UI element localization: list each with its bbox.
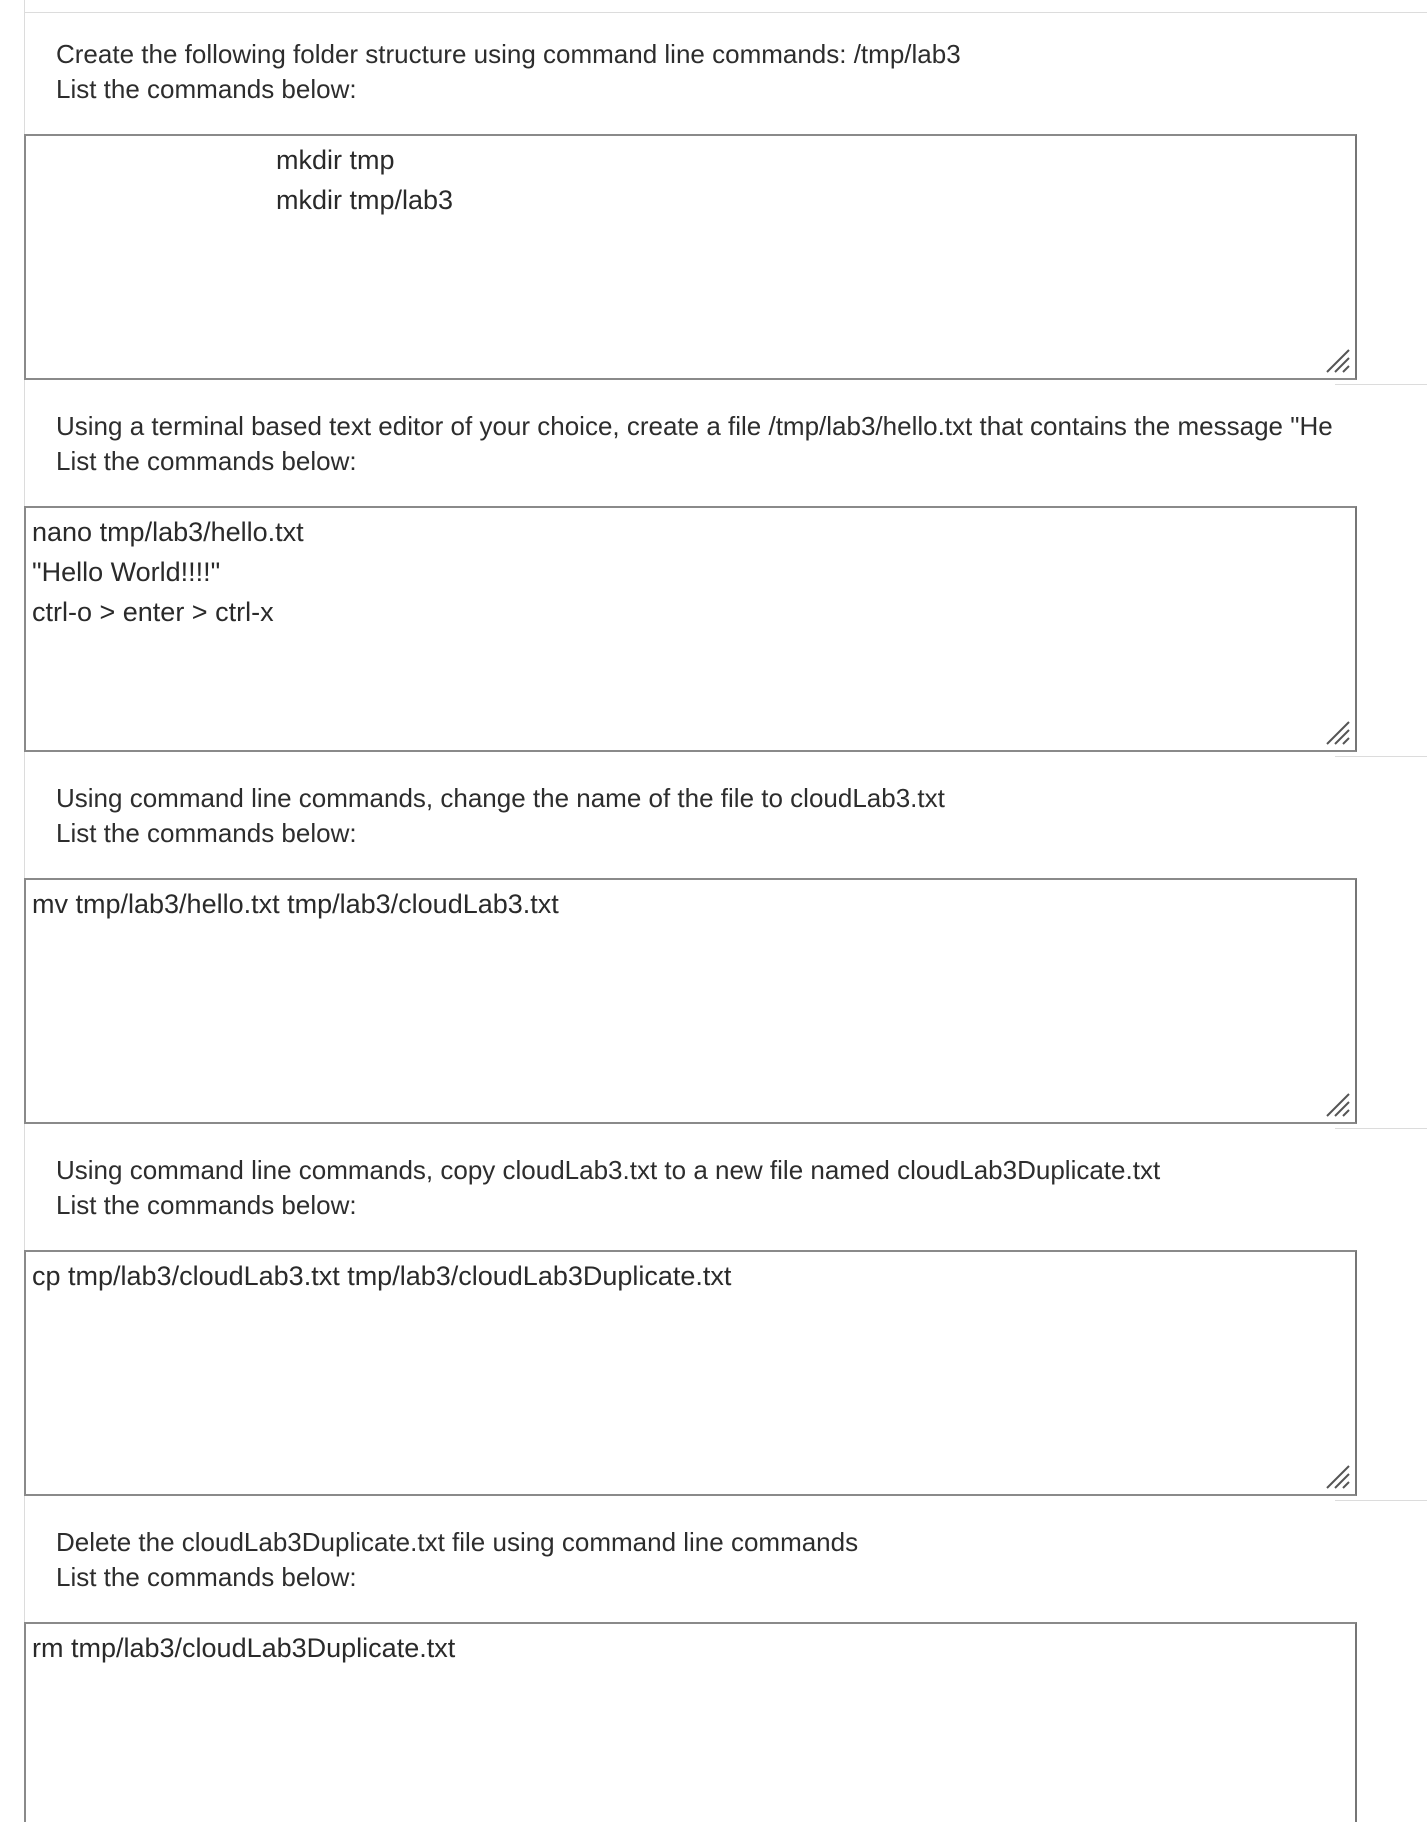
page-top-divider (24, 12, 1427, 13)
question-4-instruction: List the commands below: (56, 1190, 357, 1220)
question-2-instruction: List the commands below: (56, 446, 357, 476)
resize-grip-icon[interactable] (1319, 1086, 1353, 1120)
question-2-answer-textarea[interactable]: nano tmp/lab3/hello.txt "Hello World!!!!… (24, 506, 1357, 752)
question-1-prompt: Create the following folder structure us… (56, 39, 961, 69)
question-3-prompt: Using command line commands, change the … (56, 783, 945, 813)
question-2-prompt: Using a terminal based text editor of yo… (56, 411, 1333, 441)
question-4-answer-textarea[interactable]: cp tmp/lab3/cloudLab3.txt tmp/lab3/cloud… (24, 1250, 1357, 1496)
answer-line-1: nano tmp/lab3/hello.txt (32, 517, 304, 547)
question-4-prompt: Using command line commands, copy cloudL… (56, 1155, 1161, 1185)
question-1-answer-text: mkdir tmp mkdir tmp/lab3 (276, 140, 453, 220)
answer-line-1: cp tmp/lab3/cloudLab3.txt tmp/lab3/cloud… (32, 1261, 732, 1291)
question-5-answer-text: rm tmp/lab3/cloudLab3Duplicate.txt (32, 1628, 455, 1668)
question-1-instruction: List the commands below: (56, 74, 357, 104)
resize-grip-icon[interactable] (1319, 1458, 1353, 1492)
row-divider (1335, 756, 1427, 757)
question-5-answer-textarea[interactable]: rm tmp/lab3/cloudLab3Duplicate.txt (24, 1622, 1357, 1822)
question-5-instruction: List the commands below: (56, 1562, 357, 1592)
row-divider (1335, 384, 1427, 385)
answer-line-1: mv tmp/lab3/hello.txt tmp/lab3/cloudLab3… (32, 889, 559, 919)
question-5-prompt: Delete the cloudLab3Duplicate.txt file u… (56, 1527, 859, 1557)
answer-line-2: mkdir tmp/lab3 (276, 185, 454, 215)
question-1-answer-textarea[interactable]: mkdir tmp mkdir tmp/lab3 (24, 134, 1357, 380)
question-3-instruction: List the commands below: (56, 818, 357, 848)
answer-line-1: rm tmp/lab3/cloudLab3Duplicate.txt (32, 1633, 456, 1663)
answer-line-3: ctrl-o > enter > ctrl-x (32, 597, 274, 627)
resize-grip-icon[interactable] (1319, 342, 1353, 376)
question-3-answer-textarea[interactable]: mv tmp/lab3/hello.txt tmp/lab3/cloudLab3… (24, 878, 1357, 1124)
row-divider (1335, 1500, 1427, 1501)
answer-line-2: "Hello World!!!!" (32, 557, 221, 587)
row-divider (1335, 1128, 1427, 1129)
resize-grip-icon[interactable] (1319, 714, 1353, 748)
question-2-answer-text: nano tmp/lab3/hello.txt "Hello World!!!!… (32, 512, 304, 632)
question-4-answer-text: cp tmp/lab3/cloudLab3.txt tmp/lab3/cloud… (32, 1256, 731, 1296)
question-3-answer-text: mv tmp/lab3/hello.txt tmp/lab3/cloudLab3… (32, 884, 559, 924)
answer-line-1: mkdir tmp (276, 145, 395, 175)
